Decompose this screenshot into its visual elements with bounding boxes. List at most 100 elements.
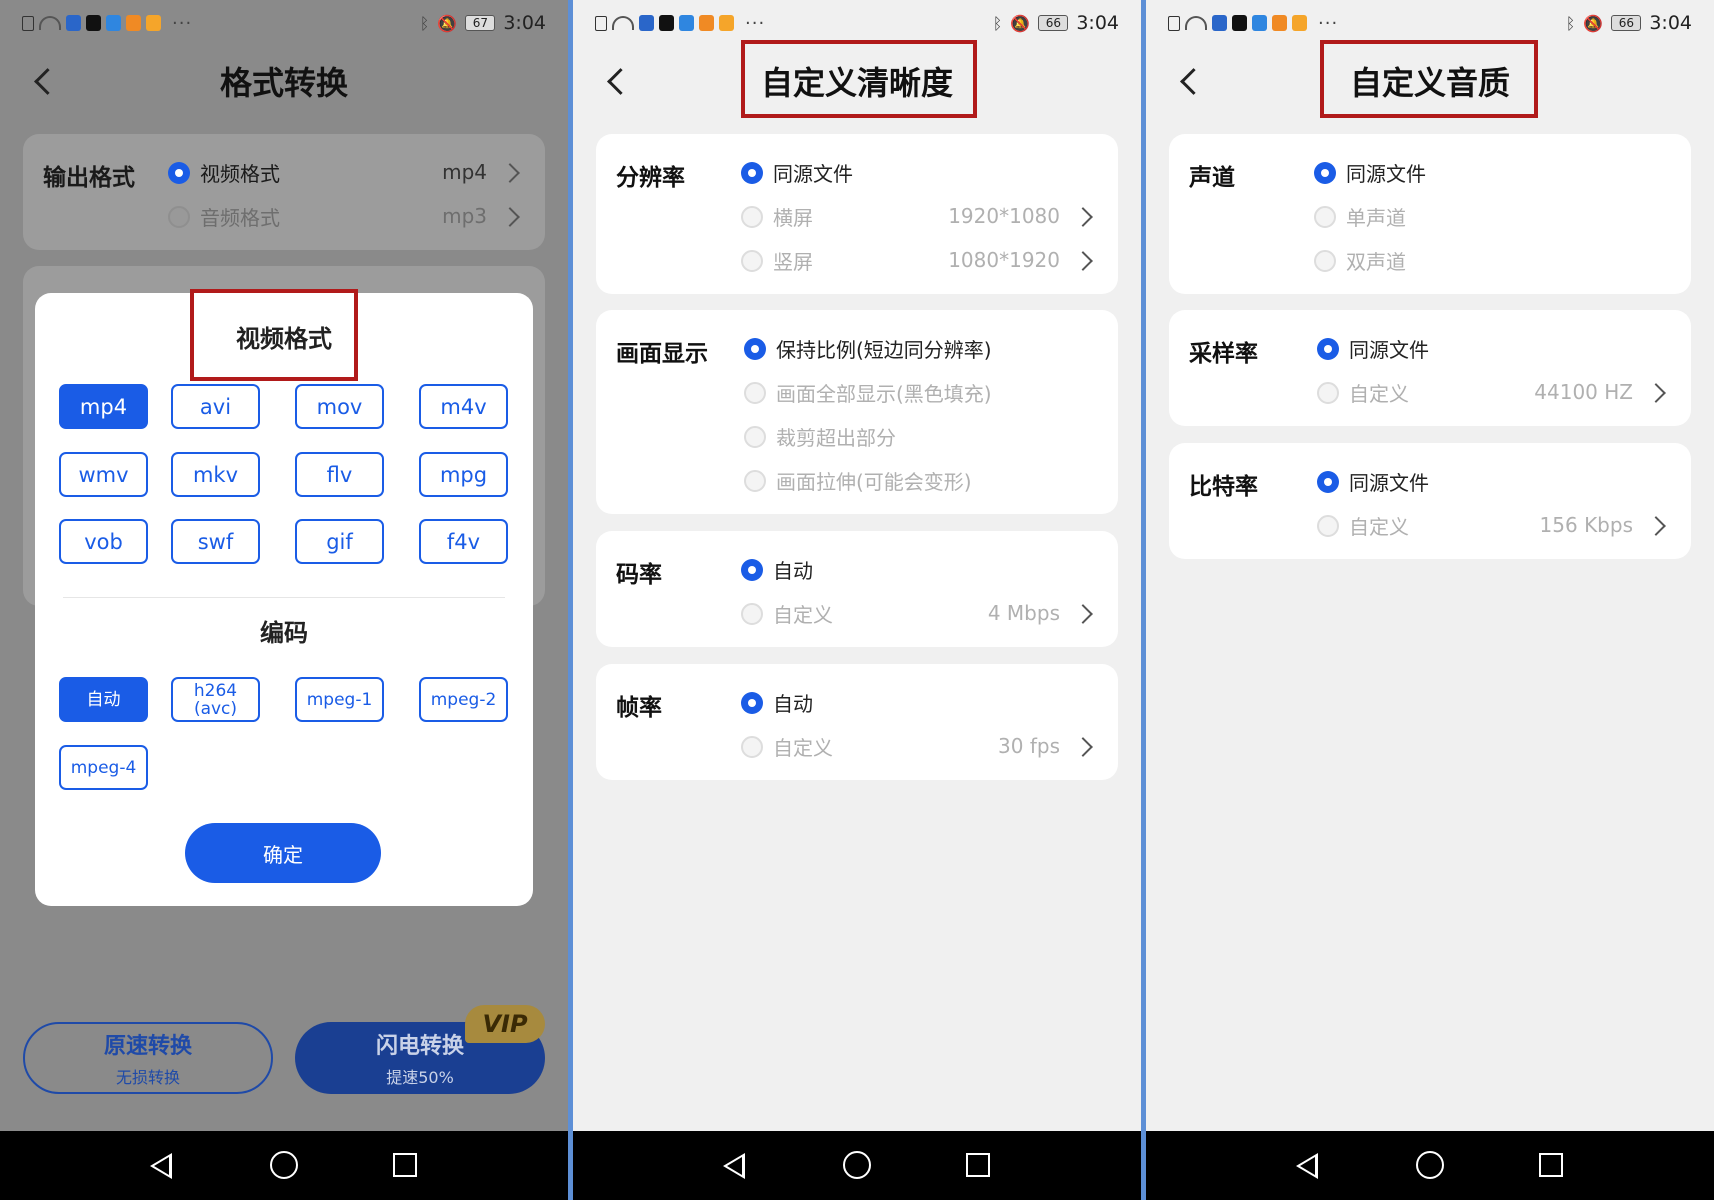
chevron-right-icon[interactable] [1646, 516, 1666, 536]
bluetooth-icon: ᛒ [419, 13, 430, 33]
samplerate-option-source[interactable]: 同源文件 [1317, 334, 1429, 363]
more-notifications-icon: ··· [1318, 12, 1339, 34]
more-notifications-icon: ··· [745, 12, 766, 34]
radio-unselected[interactable] [1317, 381, 1339, 404]
format-chip[interactable]: flv [295, 452, 384, 497]
bitrate-option-custom[interactable]: 自定义 [741, 599, 833, 628]
battery-indicator: 66 [1611, 15, 1642, 31]
framerate-label: 帧率 [616, 695, 662, 721]
highlight-box [741, 40, 977, 118]
audio-bitrate-option-source[interactable]: 同源文件 [1317, 467, 1429, 496]
radio-unselected[interactable] [741, 602, 763, 625]
format-chip[interactable]: mkv [171, 452, 260, 497]
channel-option-source[interactable]: 同源文件 [1314, 158, 1426, 187]
more-notifications-icon: ··· [172, 12, 193, 34]
resolution-option-portrait[interactable]: 竖屏 [741, 246, 813, 275]
title-bar: 自定义音质 [1146, 40, 1714, 118]
play-app-icon [126, 15, 141, 31]
format-chip[interactable]: mpg [419, 452, 508, 497]
display-label: 画面显示 [616, 341, 708, 367]
radio-selected[interactable] [741, 161, 763, 184]
video-format-option[interactable]: 视频格式 [168, 158, 280, 187]
nav-recent-icon[interactable] [966, 1153, 990, 1177]
bluetooth-icon: ᛒ [992, 13, 1003, 33]
display-option-keep-ratio[interactable]: 保持比例(短边同分辨率) [744, 334, 992, 363]
framerate-option-custom[interactable]: 自定义 [741, 732, 833, 761]
radio-unselected[interactable] [1314, 249, 1336, 272]
radio-unselected[interactable] [741, 205, 763, 228]
format-chip[interactable]: swf [171, 519, 260, 564]
codec-chip[interactable]: mpeg-1 [295, 677, 384, 722]
radio-unselected[interactable] [741, 249, 763, 272]
clock: 3:04 [1076, 12, 1119, 34]
format-chip[interactable]: wmv [59, 452, 148, 497]
chevron-right-icon[interactable] [1073, 251, 1093, 271]
chevron-right-icon[interactable] [500, 163, 520, 183]
format-chip[interactable]: mp4 [59, 384, 148, 429]
radio-selected[interactable] [741, 691, 763, 714]
format-chip[interactable]: f4v [419, 519, 508, 564]
nav-home-icon[interactable] [843, 1151, 871, 1179]
video-format-value: mp4 [442, 160, 487, 184]
resolution-option-source[interactable]: 同源文件 [741, 158, 853, 187]
nav-recent-icon[interactable] [1539, 1153, 1563, 1177]
radio-selected[interactable] [741, 558, 763, 581]
display-option-full[interactable]: 画面全部显示(黑色填充) [744, 378, 992, 407]
radio-selected[interactable] [1314, 161, 1336, 184]
nav-back-icon[interactable] [1296, 1153, 1318, 1179]
nav-back-icon[interactable] [150, 1153, 172, 1179]
display-option-stretch[interactable]: 画面拉伸(可能会变形) [744, 466, 972, 495]
radio-unselected[interactable] [744, 381, 766, 404]
mute-icon: 🔕 [437, 13, 458, 33]
chevron-right-icon[interactable] [500, 207, 520, 227]
codec-chip[interactable]: h264 (avc) [171, 677, 260, 722]
radio-selected[interactable] [168, 161, 190, 184]
normal-convert-button[interactable]: 原速转换 无损转换 [23, 1022, 273, 1094]
display-option-crop[interactable]: 裁剪超出部分 [744, 422, 896, 451]
bitrate-option-auto[interactable]: 自动 [741, 555, 813, 584]
radio-unselected[interactable] [744, 425, 766, 448]
radio-unselected[interactable] [168, 205, 190, 228]
confirm-button[interactable]: 确定 [185, 823, 381, 883]
radio-unselected[interactable] [1314, 205, 1336, 228]
channel-option-mono[interactable]: 单声道 [1314, 202, 1406, 231]
format-chip[interactable]: avi [171, 384, 260, 429]
wifi-icon [1185, 16, 1207, 30]
codec-chip[interactable]: 自动 [59, 677, 148, 722]
audio-bitrate-option-custom[interactable]: 自定义 [1317, 511, 1409, 540]
portrait-value: 1080*1920 [948, 248, 1060, 272]
radio-unselected[interactable] [744, 469, 766, 492]
nav-back-icon[interactable] [723, 1153, 745, 1179]
channel-option-stereo[interactable]: 双声道 [1314, 246, 1406, 275]
resolution-option-landscape[interactable]: 横屏 [741, 202, 813, 231]
format-chip[interactable]: gif [295, 519, 384, 564]
shield-app-icon [66, 15, 81, 31]
chevron-right-icon[interactable] [1073, 207, 1093, 227]
radio-selected[interactable] [1317, 470, 1339, 493]
framerate-option-auto[interactable]: 自动 [741, 688, 813, 717]
radio-selected[interactable] [1317, 337, 1339, 360]
codec-chip[interactable]: mpeg-2 [419, 677, 508, 722]
samplerate-option-custom[interactable]: 自定义 [1317, 378, 1409, 407]
radio-selected[interactable] [744, 337, 766, 360]
format-chip[interactable]: mov [295, 384, 384, 429]
nav-recent-icon[interactable] [393, 1153, 417, 1177]
radio-unselected[interactable] [741, 735, 763, 758]
channel-label: 声道 [1189, 165, 1235, 191]
chevron-right-icon[interactable] [1073, 737, 1093, 757]
format-chip[interactable]: m4v [419, 384, 508, 429]
codec-chip[interactable]: mpeg-4 [59, 745, 148, 790]
highlight-box [1320, 40, 1538, 118]
notify-app-icon [146, 15, 161, 31]
audio-format-option[interactable]: 音频格式 [168, 202, 280, 231]
format-chip[interactable]: vob [59, 519, 148, 564]
wifi-icon [612, 16, 634, 30]
battery-indicator: 66 [1038, 15, 1069, 31]
tiktok-icon [86, 15, 101, 31]
nav-home-icon[interactable] [270, 1151, 298, 1179]
nav-home-icon[interactable] [1416, 1151, 1444, 1179]
chevron-right-icon[interactable] [1073, 604, 1093, 624]
divider [63, 597, 505, 598]
radio-unselected[interactable] [1317, 514, 1339, 537]
chevron-right-icon[interactable] [1646, 383, 1666, 403]
